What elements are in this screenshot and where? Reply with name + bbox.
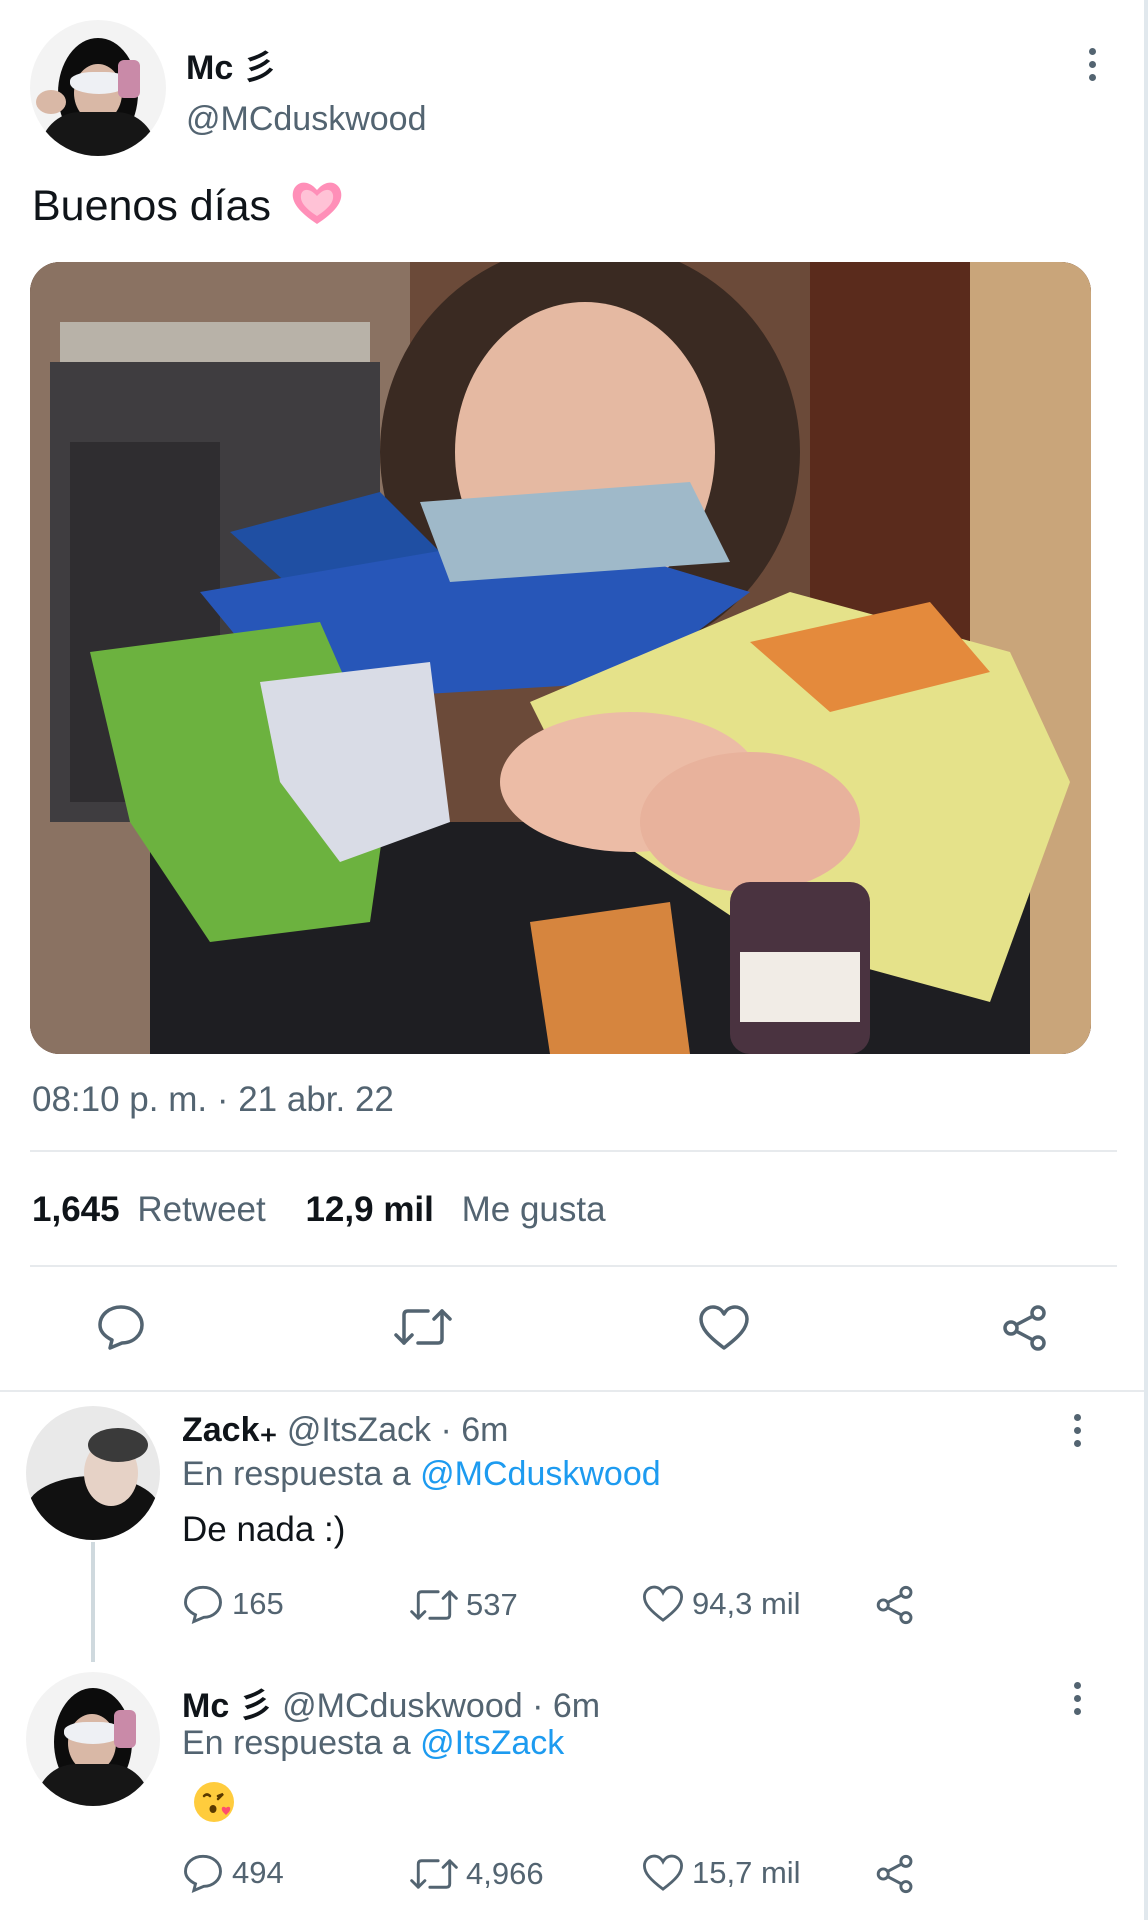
reply-count: 494	[232, 1855, 284, 1890]
like-button[interactable]: 15,7 mil	[642, 1853, 801, 1893]
reply-author-name[interactable]: Mc	[182, 1687, 229, 1725]
heart-icon	[699, 1305, 749, 1350]
author-handle[interactable]: @MCduskwood	[186, 100, 427, 139]
reply-author-symbol: 彡	[238, 1687, 273, 1725]
divider	[30, 1150, 1117, 1152]
like-count: 15,7 mil	[692, 1855, 801, 1890]
share-icon	[876, 1585, 913, 1625]
reply-button[interactable]: 494	[182, 1853, 284, 1893]
reply-author-symbol: ₊	[259, 1411, 278, 1449]
heart-icon	[643, 1585, 683, 1622]
in-reply-to-link[interactable]: @MCduskwood	[420, 1455, 661, 1493]
tweet-timestamp[interactable]: 08:10 p. m. · 21 abr. 22	[32, 1080, 394, 1120]
reply-author-handle[interactable]: @MCduskwood	[282, 1687, 523, 1725]
reply-text: 😘	[182, 1780, 236, 1833]
retweet-button[interactable]	[394, 1305, 452, 1354]
retweet-count: 4,966	[466, 1856, 544, 1891]
share-button[interactable]	[874, 1853, 916, 1895]
retweet-button[interactable]: 4,966	[410, 1855, 544, 1893]
kissing-face-emoji-icon	[193, 1782, 234, 1822]
scrollbar-edge	[1144, 0, 1148, 1920]
reply-header: Mc 彡 @MCduskwood · 6m	[182, 1678, 600, 1727]
share-icon	[876, 1854, 913, 1894]
retweet-count[interactable]: 1,645	[32, 1190, 120, 1229]
retweet-label[interactable]: Retweet	[137, 1190, 265, 1229]
share-button[interactable]	[874, 1584, 916, 1626]
heart-icon	[643, 1854, 683, 1891]
more-options-icon[interactable]	[1074, 1414, 1082, 1453]
tweet-text: Buenos días	[32, 178, 345, 239]
reply-icon	[184, 1854, 222, 1893]
reply-author-name[interactable]: Zack	[182, 1411, 260, 1449]
thread-line	[91, 1542, 95, 1662]
reply-count: 165	[232, 1586, 284, 1621]
reply-text: De nada :)	[182, 1510, 346, 1549]
divider	[0, 1390, 1144, 1392]
retweet-icon	[410, 1859, 458, 1889]
divider	[30, 1265, 1117, 1267]
reply-button[interactable]: 165	[182, 1584, 284, 1624]
reply-avatar[interactable]	[26, 1406, 160, 1540]
reply-avatar[interactable]	[26, 1672, 160, 1806]
like-label[interactable]: Me gusta	[462, 1190, 606, 1229]
reply-button[interactable]	[96, 1303, 146, 1356]
in-reply-to: En respuesta a @ItsZack	[182, 1724, 565, 1762]
like-count: 94,3 mil	[692, 1586, 801, 1621]
share-button[interactable]	[1000, 1303, 1050, 1358]
like-button[interactable]	[698, 1304, 750, 1357]
reply-time: · 6m	[440, 1411, 509, 1449]
reply-author-handle[interactable]: @ItsZack	[287, 1411, 431, 1449]
more-options-icon[interactable]	[1074, 1682, 1082, 1721]
reply-header: Zack₊ @ItsZack · 6m	[182, 1410, 508, 1450]
reply-icon	[98, 1305, 144, 1350]
reply-time: · 6m	[532, 1687, 601, 1725]
author-name[interactable]: Mc 彡	[186, 40, 277, 89]
author-avatar[interactable]	[30, 20, 166, 156]
reply-icon	[184, 1585, 222, 1624]
more-options-icon[interactable]	[1089, 48, 1097, 87]
share-icon	[1003, 1305, 1046, 1351]
author-symbol: 彡	[242, 49, 277, 87]
in-reply-to-link[interactable]: @ItsZack	[420, 1724, 564, 1762]
tweet-stats: 1,645 Retweet 12,9 mil Me gusta	[32, 1190, 606, 1230]
tweet-photo[interactable]	[30, 262, 1091, 1054]
retweet-count: 537	[466, 1587, 518, 1622]
like-button[interactable]: 94,3 mil	[642, 1584, 801, 1624]
in-reply-to: En respuesta a @MCduskwood	[182, 1455, 661, 1493]
retweet-button[interactable]: 537	[410, 1586, 518, 1624]
pink-heart-emoji-icon	[289, 178, 345, 239]
retweet-icon	[394, 1309, 452, 1345]
retweet-icon	[410, 1590, 458, 1620]
like-count[interactable]: 12,9 mil	[305, 1190, 433, 1229]
